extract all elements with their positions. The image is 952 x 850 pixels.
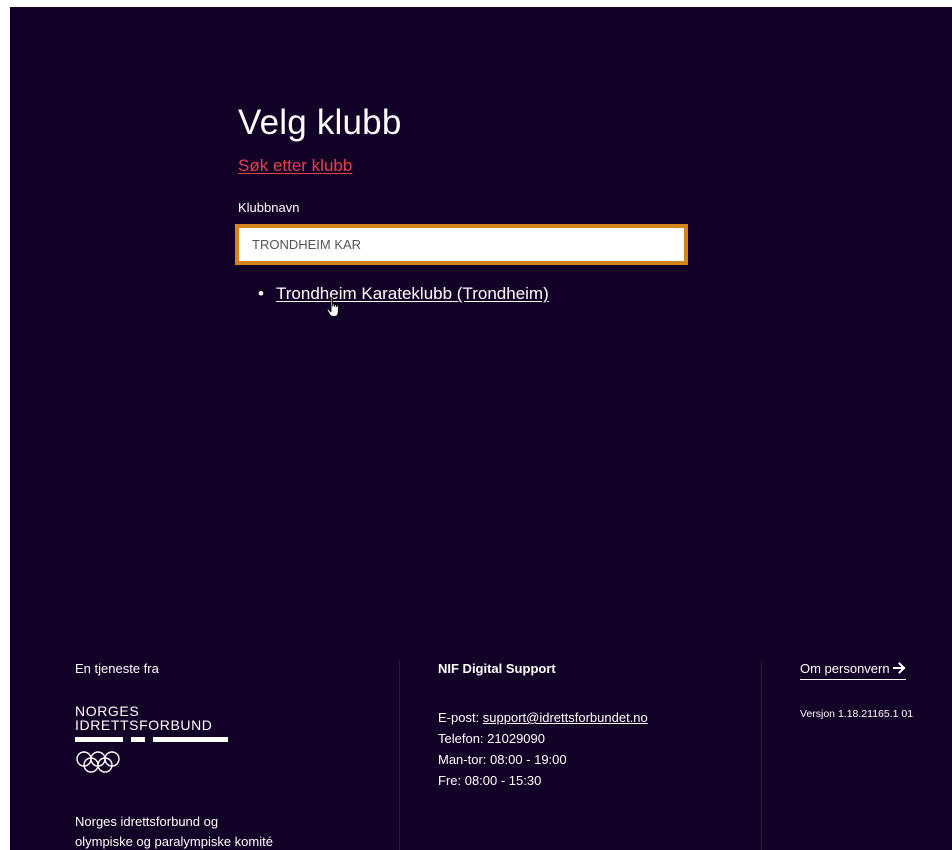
footer-provider: En tjeneste fra NORGES IDRETTSFORBUND No…: [75, 660, 375, 849]
bullet-icon: •: [258, 284, 264, 303]
page-title: Velg klubb: [238, 103, 402, 142]
result-link-club[interactable]: Trondheim Karateklubb (Trondheim): [276, 284, 549, 303]
footer-divider: [399, 660, 400, 850]
footer-support: NIF Digital Support E-post: support@idre…: [438, 660, 738, 788]
logo-text-line1: NORGES: [75, 703, 140, 719]
organization-name: Norges idrettsforbund og olympiske og pa…: [75, 814, 273, 849]
search-results-list: • Trondheim Karateklubb (Trondheim): [258, 283, 549, 305]
support-email-link[interactable]: support@idrettsforbundet.no: [483, 710, 648, 725]
support-hours-weekday: Man-tor: 08:00 - 19:00: [438, 752, 567, 767]
support-details: E-post: support@idrettsforbundet.no Tele…: [438, 707, 648, 791]
version-text: Versjon 1.18.21165.1 01: [800, 708, 914, 720]
footer-divider: [761, 660, 762, 850]
club-name-input-wrapper: [235, 224, 688, 265]
privacy-link[interactable]: Om personvern: [800, 660, 906, 680]
footer-privacy: Om personvern Versjon 1.18.21165.1 01: [800, 660, 950, 720]
olympic-rings-icon: [76, 751, 120, 773]
hand-pointer-cursor-icon: [326, 297, 339, 317]
club-name-label: Klubbnavn: [238, 200, 300, 215]
app-page: Velg klubb Søk etter klubb Klubbnavn • T…: [10, 7, 952, 850]
support-phone: Telefon: 21029090: [438, 731, 545, 746]
provider-heading: En tjeneste fra: [75, 661, 159, 676]
search-club-link[interactable]: Søk etter klubb: [238, 155, 352, 177]
support-heading: NIF Digital Support: [438, 661, 556, 676]
logo-bars: [75, 737, 245, 743]
nif-logo: NORGES IDRETTSFORBUND: [75, 704, 245, 774]
support-email-row: E-post: support@idrettsforbundet.no: [438, 710, 648, 725]
logo-text-line2: IDRETTSFORBUND: [75, 717, 213, 733]
arrow-right-icon: [892, 662, 906, 674]
support-hours-friday: Fre: 08:00 - 15:30: [438, 773, 542, 788]
list-item: • Trondheim Karateklubb (Trondheim): [258, 283, 549, 305]
club-name-input[interactable]: [239, 228, 684, 261]
